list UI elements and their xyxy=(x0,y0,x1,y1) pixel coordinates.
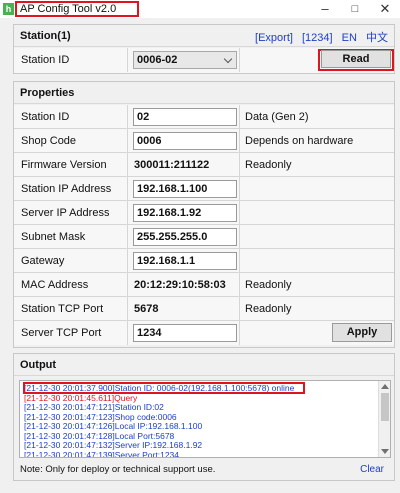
shop-code-input[interactable]: 0006 xyxy=(133,132,237,150)
subnet-mask-input[interactable]: 255.255.255.0 xyxy=(133,228,237,246)
log-line: [21-12-30 20:01:47:139]Server Port:1234 xyxy=(24,449,179,458)
property-note xyxy=(240,201,396,225)
export-link[interactable]: [Export] xyxy=(255,32,293,44)
station-select-row: Station ID 0006-02 Read xyxy=(14,48,394,73)
firmware-version-value: 300011:211122 xyxy=(134,159,210,171)
log-highlight-box xyxy=(23,382,305,394)
code-link[interactable]: [1234] xyxy=(302,32,333,44)
station-panel-title: Station(1) xyxy=(20,30,71,42)
property-row-gateway: Gateway 192.168.1.1 xyxy=(14,249,394,273)
output-panel-title: Output xyxy=(20,359,57,371)
property-note: Data (Gen 2) xyxy=(245,111,309,123)
scroll-thumb[interactable] xyxy=(381,393,389,421)
station-panel-header: Station(1) [Export] [1234] EN 中文 xyxy=(14,25,394,47)
property-value-cell: 1234 xyxy=(128,321,240,345)
window-title: AP Config Tool v2.0 xyxy=(15,1,139,17)
language-zh-link[interactable]: 中文 xyxy=(366,32,388,44)
property-label: Station IP Address xyxy=(14,177,128,201)
chevron-down-icon xyxy=(223,54,233,64)
property-note xyxy=(240,177,396,201)
header-links: [Export] [1234] EN 中文 xyxy=(249,29,388,45)
maximize-icon[interactable]: □ xyxy=(340,0,370,18)
property-label: MAC Address xyxy=(14,273,128,297)
property-value-cell: 255.255.255.0 xyxy=(128,225,240,249)
property-label: Server IP Address xyxy=(14,201,128,225)
station-id-input[interactable]: 02 xyxy=(133,108,237,126)
properties-panel-title: Properties xyxy=(20,87,75,99)
property-label: Station TCP Port xyxy=(14,297,128,321)
log-scrollbar[interactable] xyxy=(378,381,390,457)
property-row-station-tcp-port: Station TCP Port 5678 Readonly xyxy=(14,297,394,321)
close-icon[interactable]: ✕ xyxy=(370,0,400,18)
property-row-mac-address: MAC Address 20:12:29:10:58:03 Readonly xyxy=(14,273,394,297)
mac-address-value: 20:12:29:10:58:03 xyxy=(134,279,226,291)
minimize-icon[interactable]: – xyxy=(310,0,340,18)
gateway-input[interactable]: 192.168.1.1 xyxy=(133,252,237,270)
property-value-cell: 0006 xyxy=(128,129,240,153)
scroll-down-icon[interactable] xyxy=(381,449,389,454)
property-row-subnet-mask: Subnet Mask 255.255.255.0 xyxy=(14,225,394,249)
properties-panel: Properties Station ID 02 Data (Gen 2) Shop … xyxy=(13,81,395,348)
property-row-shop-code: Shop Code 0006 Depends on hardware xyxy=(14,129,394,153)
station-id-dropdown[interactable]: 0006-02 xyxy=(133,51,237,69)
properties-panel-header: Properties xyxy=(14,82,394,104)
property-note xyxy=(240,225,396,249)
property-row-station-ip-address: Station IP Address 192.168.1.100 xyxy=(14,177,394,201)
server-ip-address-input[interactable]: 192.168.1.92 xyxy=(133,204,237,222)
property-label: Station ID xyxy=(14,105,128,129)
property-note: Readonly xyxy=(245,279,292,291)
read-button-cell: Read xyxy=(240,48,396,72)
property-row-server-tcp-port: Server TCP Port 1234 Apply xyxy=(14,321,394,345)
property-note: Apply xyxy=(240,321,396,345)
clear-link[interactable]: Clear xyxy=(360,464,384,475)
property-note: Readonly xyxy=(245,303,292,315)
property-note: Depends on hardware xyxy=(245,135,354,147)
station-tcp-port-value: 5678 xyxy=(134,303,159,315)
station-panel: Station(1) [Export] [1234] EN 中文 Station… xyxy=(13,24,395,74)
property-label: Gateway xyxy=(14,249,128,273)
read-button[interactable]: Read xyxy=(321,50,391,68)
server-tcp-port-input[interactable]: 1234 xyxy=(133,324,237,342)
footer-note: Note: Only for deploy or technical suppo… xyxy=(20,464,216,475)
station-id-select-label: Station ID xyxy=(14,48,128,72)
property-value-cell: 192.168.1.100 xyxy=(128,177,240,201)
property-note: Readonly xyxy=(245,159,292,171)
property-value-cell: 300011:211122 xyxy=(128,153,240,177)
output-panel-header: Output xyxy=(14,354,394,376)
property-note xyxy=(240,249,396,273)
property-label: Subnet Mask xyxy=(14,225,128,249)
property-value-cell: 5678 xyxy=(128,297,240,321)
output-panel: Output [21-12-30 20:01:37.900]Station ID… xyxy=(13,353,395,481)
property-value-cell: 192.168.1.92 xyxy=(128,201,240,225)
property-value-cell: 02 xyxy=(128,105,240,129)
property-label: Firmware Version xyxy=(14,153,128,177)
station-id-select-cell: 0006-02 xyxy=(128,48,240,72)
property-value-cell: 192.168.1.1 xyxy=(128,249,240,273)
station-ip-address-input[interactable]: 192.168.1.100 xyxy=(133,180,237,198)
app-icon: h xyxy=(3,3,14,15)
title-bar: h AP Config Tool v2.0 – □ ✕ xyxy=(0,0,400,18)
station-id-dropdown-value: 0006-02 xyxy=(137,54,178,66)
property-label: Server TCP Port xyxy=(14,321,128,345)
scroll-up-icon[interactable] xyxy=(381,384,389,389)
property-row-firmware-version: Firmware Version 300011:211122 Readonly xyxy=(14,153,394,177)
property-row-station-id: Station ID 02 Data (Gen 2) xyxy=(14,105,394,129)
property-value-cell: 20:12:29:10:58:03 xyxy=(128,273,240,297)
language-en-link[interactable]: EN xyxy=(342,32,357,44)
apply-button[interactable]: Apply xyxy=(332,323,392,342)
property-label: Shop Code xyxy=(14,129,128,153)
output-log[interactable]: [21-12-30 20:01:37.900]Station ID: 0006-… xyxy=(19,380,391,458)
property-row-server-ip-address: Server IP Address 192.168.1.92 xyxy=(14,201,394,225)
